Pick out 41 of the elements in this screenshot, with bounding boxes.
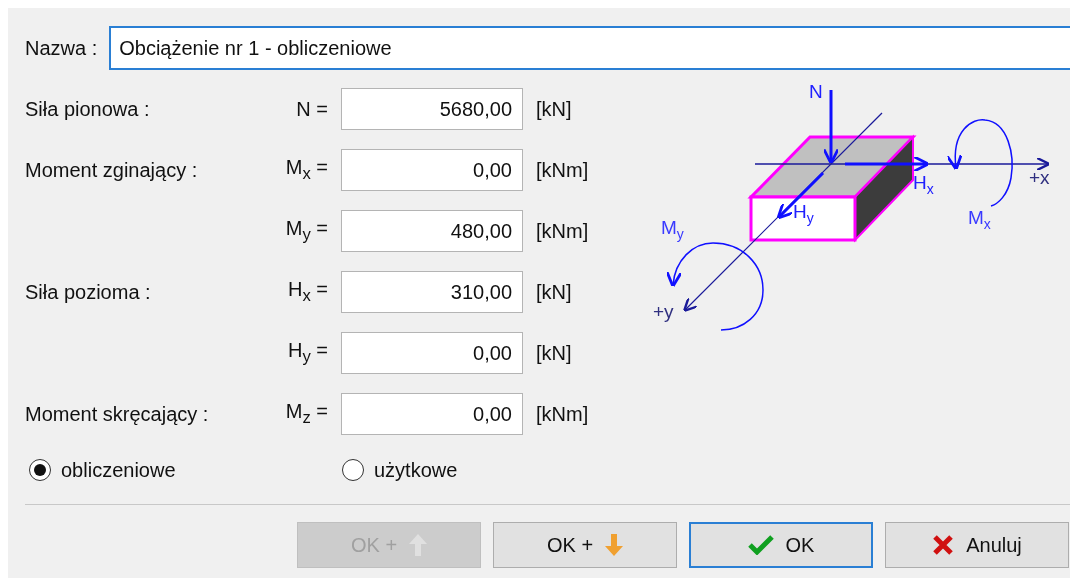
unit-label: [kNm] xyxy=(536,158,590,182)
radio-option[interactable]: obliczeniowe xyxy=(25,458,342,482)
number-field[interactable]: 310,00 xyxy=(341,271,523,313)
ok-button[interactable]: OK + xyxy=(493,522,677,568)
checkmark-icon xyxy=(747,535,774,555)
number-field[interactable]: 0,00 xyxy=(341,149,523,191)
symbol-label: N = xyxy=(295,97,328,121)
unit-label: [kN] xyxy=(536,280,573,304)
field-label: Siła pozioma : xyxy=(25,280,152,304)
diagram-label: H$_{x}$ xyxy=(913,173,934,196)
name-input-field[interactable]: Obciążenie nr 1 - obliczeniowe xyxy=(109,26,1070,70)
unit-label: [kN] xyxy=(536,97,573,121)
field-label: Moment skręcający : xyxy=(25,402,210,426)
diagram-label: +x xyxy=(1029,168,1050,187)
symbol-label: M$_{z}$ = xyxy=(284,400,328,428)
radio-option[interactable]: użytkowe xyxy=(342,458,458,482)
symbol-label: M$_{y}$ = xyxy=(284,217,328,245)
number-field[interactable]: 0,00 xyxy=(341,332,523,374)
field-label: Moment zginający : xyxy=(25,158,199,182)
radio-button[interactable] xyxy=(29,459,51,481)
symbol-label: H$_{x}$ = xyxy=(286,278,328,306)
diagram-label: H$_{y}$ xyxy=(793,202,814,225)
cancel-button[interactable]: Anuluj xyxy=(885,522,1069,568)
diagram-label: +y xyxy=(653,302,674,321)
close-icon xyxy=(932,534,955,556)
field-label: Siła pionowa : xyxy=(25,97,151,121)
diagram-label: N xyxy=(809,82,823,101)
symbol-label: M$_{x}$ = xyxy=(284,156,328,184)
diagram-label: M$_{x}$ xyxy=(968,208,991,231)
unit-label: [kN] xyxy=(536,341,573,365)
ok-button[interactable]: OK xyxy=(689,522,873,568)
unit-label: [kNm] xyxy=(536,219,590,243)
number-field[interactable]: 5680,00 xyxy=(341,88,523,130)
arrow-icon xyxy=(605,534,624,556)
number-field[interactable]: 0,00 xyxy=(341,393,523,435)
number-field[interactable]: 480,00 xyxy=(341,210,523,252)
symbol-label: H$_{y}$ = xyxy=(286,339,328,367)
unit-label: [kNm] xyxy=(536,402,590,426)
diagram-label: M$_{y}$ xyxy=(661,218,684,241)
field-label: Nazwa : xyxy=(25,36,98,60)
radio-button[interactable] xyxy=(342,459,364,481)
